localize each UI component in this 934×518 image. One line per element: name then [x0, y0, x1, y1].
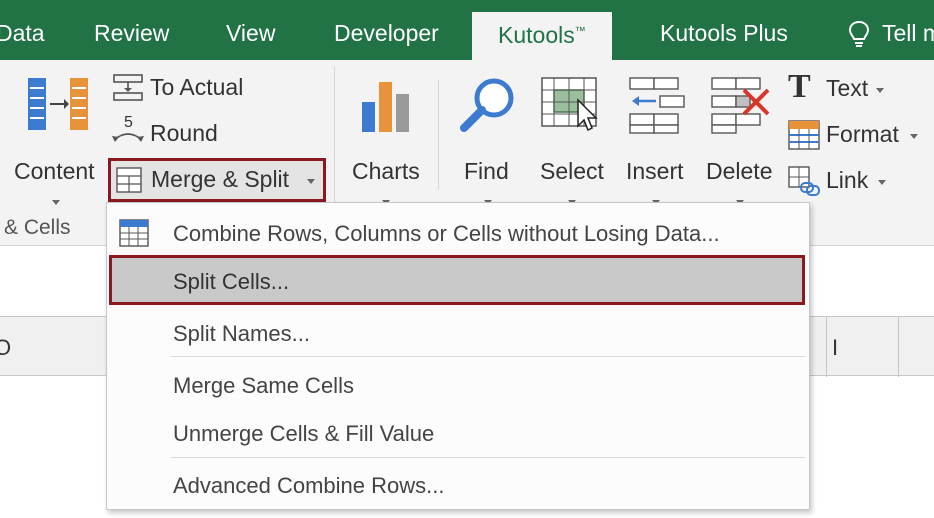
merge-split-caret [307, 179, 315, 184]
menu-separator [171, 356, 805, 357]
charts-label: Charts [352, 158, 420, 184]
to-actual-label: To Actual [150, 74, 244, 100]
delete-label: Delete [706, 158, 773, 184]
menu-item-label: Split Cells... [173, 269, 290, 294]
to-actual-icon [113, 74, 143, 101]
menu-item-label: Advanced Combine Rows... [173, 473, 445, 498]
text-t-icon: T [788, 68, 811, 105]
menu-item-split-cells[interactable]: Split Cells... [109, 255, 805, 305]
magnifier-icon [460, 78, 514, 132]
menu-item-label: Merge Same Cells [173, 373, 354, 398]
column-header-i[interactable]: I [832, 335, 838, 361]
column-header-o[interactable]: O [0, 335, 11, 361]
round-icon: 5 [110, 114, 146, 150]
delete-cells-icon [711, 77, 770, 134]
format-label: Format [826, 121, 899, 147]
menu-separator [171, 457, 805, 458]
column-divider[interactable] [826, 317, 827, 377]
text-caret [876, 88, 884, 93]
round-button[interactable]: 5 Round [110, 114, 230, 152]
link-caret [878, 180, 886, 185]
charts-icon [362, 82, 409, 132]
find-label: Find [464, 158, 509, 184]
menu-item-merge-same-cells[interactable]: Merge Same Cells [107, 359, 809, 409]
menu-item-advanced-combine[interactable]: Advanced Combine Rows... [107, 459, 809, 509]
merge-split-icon [116, 167, 142, 193]
to-actual-button[interactable]: To Actual [110, 70, 260, 106]
tab-developer[interactable]: Developer [334, 20, 439, 47]
combine-table-icon [119, 219, 149, 247]
link-button[interactable]: Link [786, 162, 896, 200]
format-icon [788, 120, 820, 150]
tell-me-search[interactable]: Tell m [882, 20, 934, 47]
tab-view[interactable]: View [226, 20, 275, 47]
link-icon [788, 166, 820, 196]
delete-button[interactable]: Delete [702, 74, 782, 205]
tab-kutools[interactable]: Kutools™ [472, 12, 612, 60]
format-caret [910, 134, 918, 139]
trademark-mark: ™ [574, 25, 586, 38]
group-label-cells: & Cells [4, 216, 71, 239]
column-divider[interactable] [898, 317, 899, 377]
merge-split-dropdown: Combine Rows, Columns or Cells without L… [106, 202, 810, 510]
insert-button[interactable]: Insert [620, 74, 694, 205]
menu-item-label: Split Names... [173, 321, 310, 346]
merge-split-button[interactable]: Merge & Split [108, 158, 326, 202]
select-range-icon [541, 77, 598, 132]
format-button[interactable]: Format [786, 116, 926, 154]
menu-item-combine-rows[interactable]: Combine Rows, Columns or Cells without L… [107, 207, 809, 257]
link-label: Link [826, 167, 869, 193]
menu-item-unmerge-fill[interactable]: Unmerge Cells & Fill Value [107, 407, 809, 457]
menu-item-split-names[interactable]: Split Names... [107, 307, 809, 357]
ribbon-tab-bar: Data Review View Developer Kutools™ Kuto… [0, 0, 934, 60]
tab-kutools-plus[interactable]: Kutools Plus [660, 20, 788, 47]
charts-separator [438, 80, 439, 190]
menu-item-label: Unmerge Cells & Fill Value [173, 421, 435, 446]
convert-content-icon [28, 78, 88, 130]
menu-item-label: Combine Rows, Columns or Cells without L… [173, 221, 720, 246]
select-button[interactable]: Select [534, 74, 610, 205]
text-button[interactable]: T Text [786, 68, 896, 108]
tab-kutools-label: Kutools [498, 22, 575, 48]
find-button[interactable]: Find [452, 74, 524, 205]
tab-data[interactable]: Data [0, 20, 45, 47]
content-label: Content [14, 158, 95, 184]
content-button[interactable]: Content [10, 74, 102, 205]
lightbulb-icon [848, 20, 870, 47]
select-label: Select [540, 158, 604, 184]
tab-review[interactable]: Review [94, 20, 169, 47]
insert-cells-icon [629, 77, 685, 134]
insert-label: Insert [626, 158, 684, 184]
charts-button[interactable]: Charts [344, 74, 430, 205]
text-label: Text [826, 75, 869, 101]
round-label: Round [150, 120, 218, 146]
round-arrows-icon [112, 133, 144, 142]
content-caret [52, 200, 60, 205]
merge-split-label: Merge & Split [151, 166, 290, 192]
